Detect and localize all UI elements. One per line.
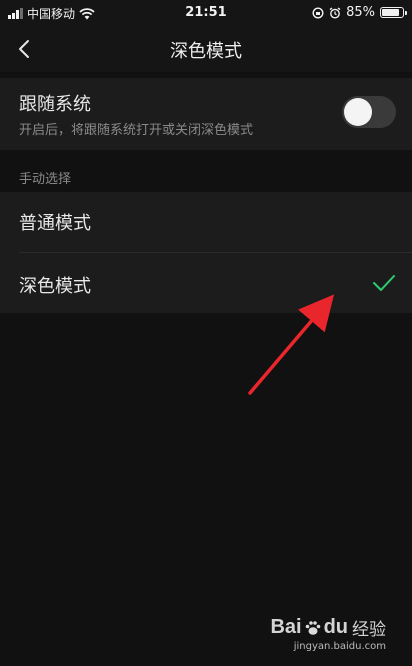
- option-normal-mode[interactable]: 普通模式: [0, 192, 412, 250]
- annotation-arrow-line: [248, 294, 335, 395]
- watermark-logo-du: du: [323, 616, 348, 638]
- option-dark-mode[interactable]: 深色模式: [0, 255, 412, 313]
- watermark-logo-bai: Bai: [270, 616, 302, 638]
- battery-icon: [380, 7, 407, 18]
- section-header-manual: 手动选择: [19, 172, 72, 187]
- page-title: 深色模式: [170, 41, 242, 62]
- watermark: Bai du 经验 jingyan.baidu.com: [270, 615, 386, 652]
- nav-bar: 深色模式: [0, 26, 412, 72]
- watermark-cn: 经验: [352, 620, 386, 639]
- watermark-logo: Bai du 经验: [270, 615, 386, 640]
- rotation-lock-icon: [312, 6, 324, 19]
- status-bar: 中国移动 21:51 85%: [0, 0, 412, 26]
- divider-line: [19, 252, 412, 253]
- battery-fill: [382, 9, 399, 16]
- watermark-url: jingyan.baidu.com: [293, 641, 386, 652]
- option-label: 普通模式: [19, 213, 91, 234]
- paw-icon: [305, 620, 320, 635]
- option-label: 深色模式: [19, 276, 91, 297]
- follow-system-title: 跟随系统: [19, 94, 91, 115]
- follow-system-subtitle: 开启后，将跟随系统打开或关闭深色模式: [19, 123, 254, 138]
- follow-system-toggle[interactable]: [342, 96, 396, 128]
- checkmark-icon: [373, 275, 395, 291]
- toggle-knob: [344, 98, 372, 126]
- follow-system-row[interactable]: 跟随系统 开启后，将跟随系统打开或关闭深色模式: [0, 78, 412, 150]
- alarm-icon: [329, 6, 341, 18]
- status-right: 85%: [312, 5, 407, 20]
- battery-percent: 85%: [346, 5, 375, 20]
